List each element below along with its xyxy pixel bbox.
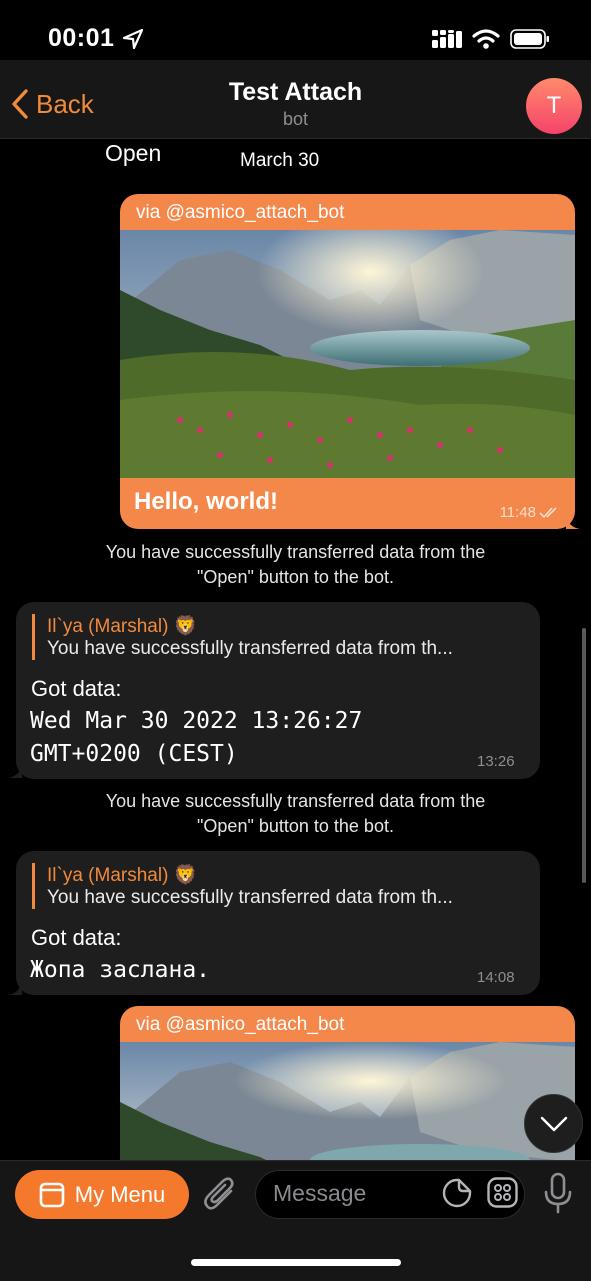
message-time: 14:08	[477, 969, 515, 986]
incoming-message[interactable]: Il`ya (Marshal) 🦁 You have successfully …	[16, 602, 540, 779]
message-label: Got data:	[31, 676, 122, 701]
wifi-icon	[472, 29, 500, 49]
chevron-down-icon	[540, 1116, 567, 1131]
bubble-tail	[8, 764, 22, 778]
reply-author: Il`ya (Marshal) 🦁	[47, 616, 198, 637]
home-indicator	[191, 1259, 401, 1266]
attach-icon[interactable]	[203, 1175, 237, 1213]
status-time: 00:01	[48, 24, 115, 52]
date-separator: March 30	[240, 150, 320, 171]
outgoing-photo-message[interactable]: via @asmico_attach_bot	[120, 1006, 575, 1166]
location-arrow-icon	[122, 28, 144, 50]
reply-quote[interactable]: Il`ya (Marshal) 🦁 You have successfully …	[32, 863, 527, 909]
avatar-letter: T	[546, 92, 562, 119]
via-bot-label[interactable]: via @asmico_attach_bot	[120, 194, 575, 230]
double-check-icon	[539, 506, 557, 518]
sticker-icon[interactable]	[442, 1178, 472, 1208]
service-message: You have successfully transferred data f…	[105, 542, 486, 587]
bubble-tail	[8, 981, 22, 995]
scrollbar[interactable]	[582, 628, 586, 883]
avatar[interactable]: T	[526, 78, 582, 134]
message-label: Got data:	[31, 925, 122, 950]
bubble-tail	[566, 515, 580, 529]
reply-quote[interactable]: Il`ya (Marshal) 🦁 You have successfully …	[32, 614, 527, 660]
reply-text: You have successfully transferred data f…	[47, 638, 453, 659]
chat-title[interactable]: Test Attach	[0, 78, 591, 107]
reply-text: You have successfully transferred data f…	[47, 887, 453, 908]
data-line-1: Wed Mar 30 2022 13:26:27	[30, 708, 363, 734]
message-time: 11:48	[500, 504, 561, 521]
data-line-1: Жопа заслана.	[30, 957, 211, 983]
via-bot-label[interactable]: via @asmico_attach_bot	[120, 1006, 575, 1042]
reply-author: Il`ya (Marshal) 🦁	[47, 865, 198, 886]
service-message: You have successfully transferred data f…	[105, 791, 486, 836]
bot-menu-label: My Menu	[74, 1181, 166, 1207]
partial-message-text: Open	[105, 140, 162, 166]
message-time: 13:26	[477, 753, 515, 770]
landscape-photo[interactable]	[120, 230, 575, 478]
microphone-icon[interactable]	[542, 1172, 574, 1214]
menu-window-icon	[39, 1182, 65, 1207]
message-placeholder: Message	[273, 1180, 367, 1206]
landscape-photo[interactable]	[120, 1042, 575, 1166]
bot-commands-icon[interactable]	[487, 1177, 518, 1208]
chat-subtitle: bot	[282, 109, 309, 129]
cellular-signal-icon	[432, 30, 462, 48]
scroll-down-button[interactable]	[524, 1094, 583, 1153]
outgoing-photo-message[interactable]: via @asmico_attach_bot Hello, world! 11:…	[120, 194, 575, 529]
data-line-2: GMT+0200 (CEST)	[30, 741, 238, 767]
bot-menu-button[interactable]: My Menu	[15, 1170, 189, 1219]
battery-icon	[510, 29, 549, 49]
incoming-message[interactable]: Il`ya (Marshal) 🦁 You have successfully …	[16, 851, 540, 995]
